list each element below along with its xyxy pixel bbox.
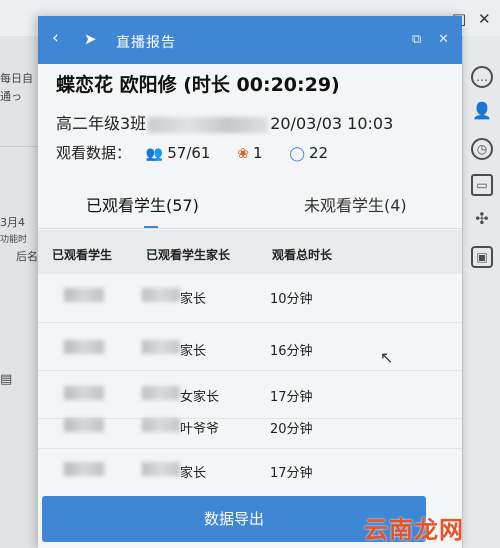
table-header: 已观看学生 已观看学生家长 观看总时长 <box>38 230 462 274</box>
puzzle-icon[interactable]: ✣ <box>471 210 493 232</box>
redacted-text <box>148 116 269 133</box>
student-tabs: 已观看学生(57) 未观看学生(4) <box>38 182 462 229</box>
background-text: 后名 <box>16 250 38 263</box>
comments-count: 22 <box>308 144 329 162</box>
viewers-count: 57/61 <box>167 144 211 162</box>
more-icon[interactable]: … <box>471 66 493 88</box>
redacted-parent-name <box>142 340 180 354</box>
paper-plane-icon: ➤ <box>84 30 97 48</box>
live-report-dialog: ‹ ➤ 直播报告 ⧉ ✕ 蝶恋花 欧阳修 (时长 00:20:29) 高二年级3… <box>38 16 462 548</box>
redacted-parent-name <box>142 418 180 432</box>
add-contact-icon[interactable]: 👤 <box>471 102 493 124</box>
right-toolbar: … 👤 ◷ ▭ ✣ ▣ <box>462 36 500 548</box>
background-text: 每日自 <box>0 72 33 85</box>
background-text: 功能时 <box>0 235 28 245</box>
watch-duration: 20分钟 <box>270 422 313 437</box>
redacted-student-name <box>64 462 104 476</box>
redacted-student-name <box>64 288 104 302</box>
column-header: 已观看学生 <box>52 248 113 262</box>
background-text: 3月4 <box>0 216 25 229</box>
view-stats: 观看数据： 👥 57/61 ❀ 1 ◯ 22 <box>56 142 328 163</box>
calendar-icon[interactable]: ▤ <box>0 372 12 387</box>
parent-name: 家长 <box>180 466 207 481</box>
watch-duration: 17分钟 <box>270 466 313 481</box>
table-row[interactable]: 家长 10分钟 <box>38 274 462 322</box>
share-icon[interactable]: ⧉ <box>412 32 421 47</box>
redacted-student-name <box>64 418 104 432</box>
close-window-icon[interactable]: ✕ <box>478 10 491 28</box>
column-header: 已观看学生家长 <box>146 248 231 262</box>
redacted-student-name <box>64 340 104 354</box>
live-title: 蝶恋花 欧阳修 (时长 00:20:29) <box>56 74 340 96</box>
watch-duration: 16分钟 <box>270 344 313 359</box>
tab-watched[interactable]: 已观看学生(57) <box>86 192 199 216</box>
back-icon[interactable]: ‹ <box>52 28 59 48</box>
live-datetime: 20/03/03 10:03 <box>270 114 394 133</box>
watermark: 云南龙网 <box>364 516 464 544</box>
stats-label: 观看数据： <box>56 144 132 162</box>
tab-not-watched[interactable]: 未观看学生(4) <box>304 192 407 216</box>
redacted-parent-name <box>142 288 180 302</box>
parent-name: 叶爷爷 <box>180 422 220 437</box>
background-left-panel: 每日自 通っ 3月4 功能时 后名 ▤ <box>0 36 40 548</box>
people-icon: 👥 <box>145 146 164 162</box>
dialog-header: ‹ ➤ 直播报告 ⧉ ✕ <box>38 16 462 64</box>
redacted-parent-name <box>142 462 180 476</box>
table-row[interactable]: 家长 16分钟 <box>38 322 462 370</box>
dialog-title: 直播报告 <box>116 35 176 51</box>
class-info: 高二年级3班 20/03/03 10:03 <box>56 110 393 134</box>
folder-icon[interactable]: ▭ <box>471 174 493 196</box>
table-row[interactable]: 叶爷爷 20分钟 <box>38 396 462 444</box>
likes-count: 1 <box>252 144 263 162</box>
close-icon[interactable]: ✕ <box>438 32 449 47</box>
chat-bubble-icon: ◯ <box>289 146 305 162</box>
watch-duration: 10分钟 <box>270 292 313 307</box>
tv-icon[interactable]: ▣ <box>471 246 493 268</box>
column-header: 观看总时长 <box>272 248 333 262</box>
divider <box>38 228 462 229</box>
flower-icon: ❀ <box>237 146 249 162</box>
mouse-cursor-icon: ↖ <box>380 348 394 367</box>
background-text: 通っ <box>0 90 22 103</box>
clock-icon[interactable]: ◷ <box>471 138 493 160</box>
parent-name: 家长 <box>180 344 207 359</box>
class-name: 高二年级3班 <box>56 114 147 133</box>
divider <box>0 146 40 147</box>
table-row[interactable]: 家长 17分钟 <box>38 448 462 496</box>
parent-name: 家长 <box>180 292 207 307</box>
